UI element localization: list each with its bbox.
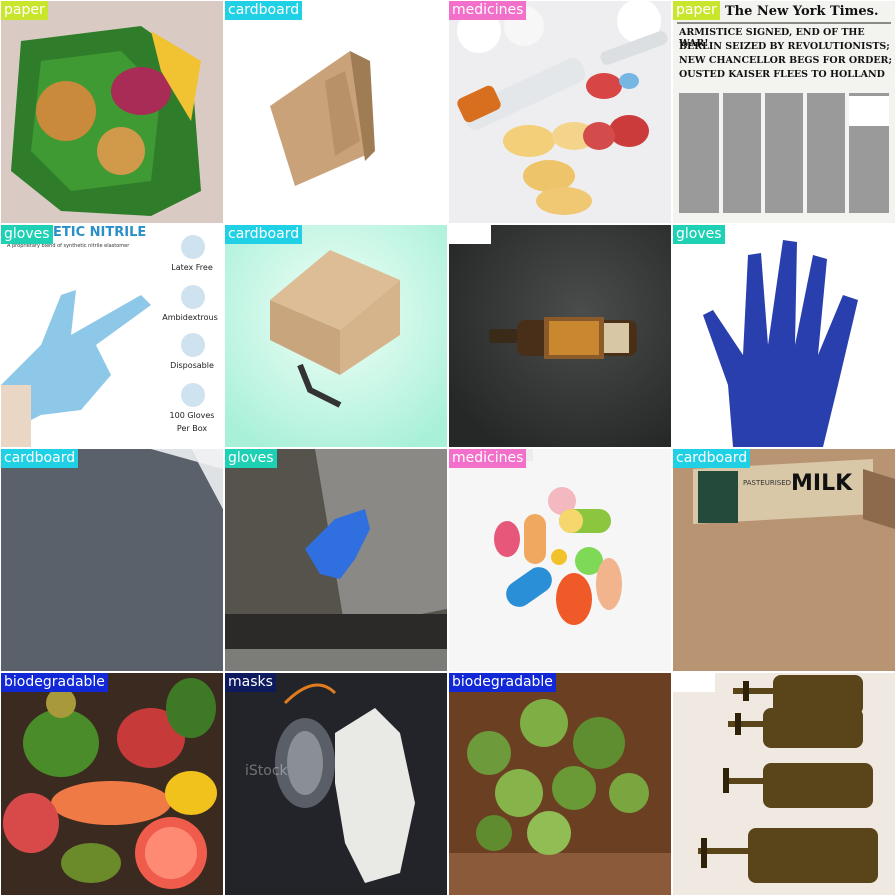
vegetable-icon (449, 673, 671, 895)
class-label: cardboard (225, 1, 303, 20)
class-label: paper (1, 1, 48, 20)
wrapper-icon (1, 1, 223, 223)
image-grid: paper cardboard medicines The New York T… (0, 0, 896, 896)
class-label: gloves (673, 225, 725, 244)
tile-5: cardboard (225, 225, 447, 447)
class-label: medicines (449, 449, 527, 468)
mask-icon (225, 673, 447, 895)
class-label: glass (673, 673, 715, 692)
tile-14: biodegradable (449, 673, 671, 895)
class-label: biodegradable (449, 673, 556, 692)
tile-9: gloves (225, 449, 447, 671)
gloves-title: ETIC NITRILE (53, 225, 147, 240)
class-label: cardboard (1, 449, 79, 468)
tile-7: gloves (673, 225, 895, 447)
tile-6: glass (449, 225, 671, 447)
feature-per-box: Per Box (176, 424, 208, 433)
class-label: paper (673, 1, 720, 20)
newspaper-headline-2: BERLIN SEIZED BY REVOLUTIONISTS; (679, 41, 890, 52)
bottle-icon (449, 225, 671, 447)
feature-box-count: 100 Gloves (169, 411, 215, 420)
newspaper-headline-3: NEW CHANCELLOR BEGS FOR ORDER; (679, 55, 892, 66)
class-label: gloves (1, 225, 53, 244)
feature-latex-free: Latex Free (171, 263, 213, 272)
glove-icon (225, 449, 447, 671)
class-label: biodegradable (1, 673, 108, 692)
class-label: cardboard (673, 449, 751, 468)
class-label: masks (225, 673, 276, 692)
food-icon (1, 673, 223, 895)
tile-12: biodegradable (1, 673, 223, 895)
newspaper-masthead: The New York Times. (725, 4, 879, 19)
class-label: glass (449, 225, 491, 244)
newspaper-headline-4: OUSTED KAISER FLEES TO HOLLAND (679, 69, 885, 80)
pills-icon (449, 1, 671, 223)
tile-3: The New York Times. ARMISTICE SIGNED, EN… (673, 1, 895, 223)
glove-icon (673, 225, 895, 447)
tile-4: ETIC NITRILE A proprietary blend of synt… (1, 225, 223, 447)
carton-milk-text: MILK (791, 471, 853, 496)
istock-watermark: iStock (245, 763, 288, 779)
carton-pasteurised-text: PASTEURISED (743, 479, 792, 487)
class-label: gloves (225, 449, 277, 468)
tile-15: glass (673, 673, 895, 895)
class-label: medicines (449, 1, 527, 20)
goblet-icon (673, 673, 895, 895)
pills-icon (449, 449, 671, 671)
tile-2: medicines (449, 1, 671, 223)
tile-10: medicines (449, 449, 671, 671)
tile-11: MILK PASTEURISED cardboard (673, 449, 895, 671)
tile-13: iStock masks (225, 673, 447, 895)
tile-0: paper (1, 1, 223, 223)
feature-ambidextrous: Ambidextrous (162, 313, 218, 322)
tile-1: cardboard (225, 1, 447, 223)
box-icon (225, 1, 447, 223)
box-icon (225, 225, 447, 447)
sheet-icon (1, 449, 223, 671)
tile-8: cardboard (1, 449, 223, 671)
class-label: cardboard (225, 225, 303, 244)
feature-disposable: Disposable (170, 361, 214, 370)
